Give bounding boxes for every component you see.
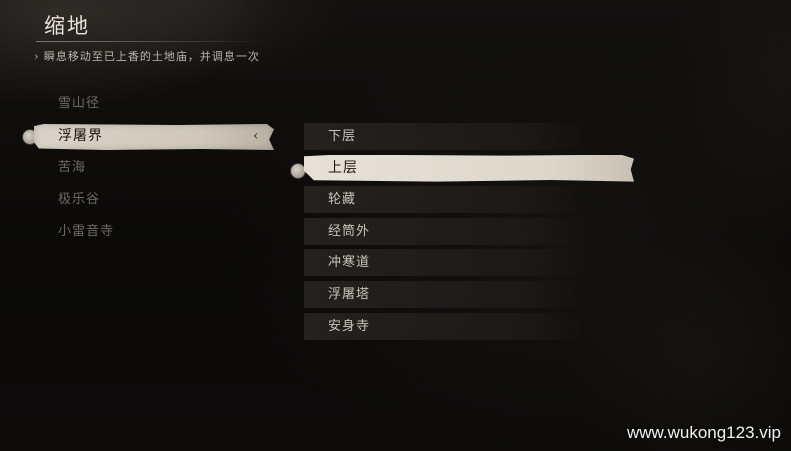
shrine-item[interactable]: 经筒外: [304, 217, 580, 245]
shrine-list: 下层 上层 轮藏 经筒外 冲寒道 浮屠塔 安身寺: [304, 123, 634, 344]
region-item[interactable]: 小雷音寺: [0, 219, 290, 251]
page-title: 缩地: [44, 14, 90, 38]
region-label: 苦海: [58, 160, 87, 175]
region-label: 极乐谷: [58, 192, 101, 207]
shrine-item-selected[interactable]: 上层: [304, 154, 634, 182]
region-label: 浮屠界: [58, 128, 103, 144]
page-subtitle: › 瞬息移动至已上香的土地庙，并调息一次: [34, 50, 260, 63]
region-item-selected[interactable]: 浮屠界 ‹: [0, 123, 290, 155]
region-label: 小雷音寺: [58, 224, 115, 239]
shrine-item[interactable]: 安身寺: [304, 312, 580, 340]
chevron-left-icon: ‹: [253, 128, 260, 144]
title-divider: [36, 41, 272, 42]
region-item[interactable]: 苦海: [0, 155, 290, 187]
shrine-item[interactable]: 冲寒道: [304, 249, 580, 277]
watermark: www.wukong123.vip: [626, 423, 781, 442]
region-list: 雪山径 浮屠界 ‹ 苦海 极乐谷 小雷音寺: [0, 91, 290, 251]
shrine-item[interactable]: 浮屠塔: [304, 280, 580, 308]
shrine-item[interactable]: 轮藏: [304, 186, 580, 214]
region-item[interactable]: 极乐谷: [0, 187, 290, 219]
shrine-item[interactable]: 下层: [304, 123, 580, 150]
region-label: 雪山径: [58, 96, 101, 111]
region-item[interactable]: 雪山径: [0, 91, 290, 123]
